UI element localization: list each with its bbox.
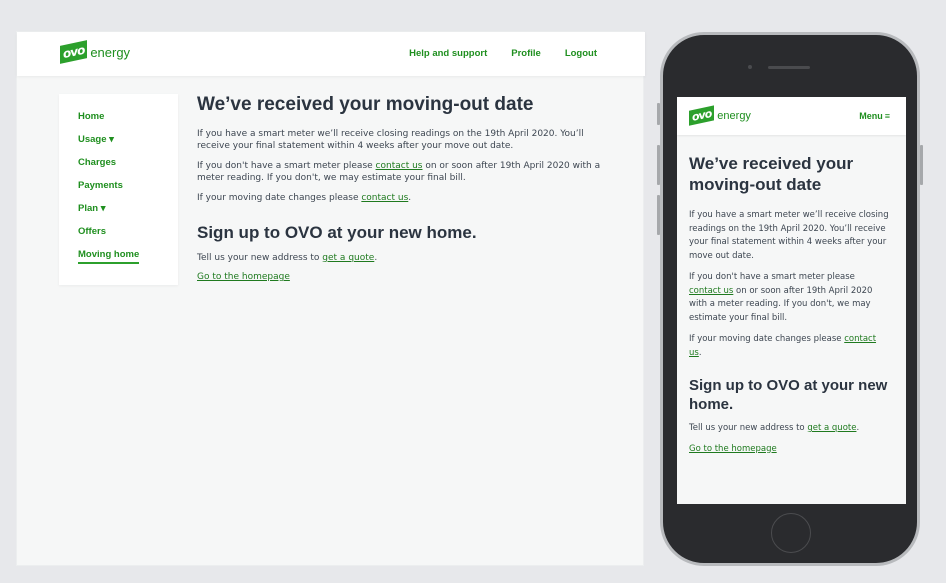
phone-power-button [920, 145, 923, 185]
sidebar: Home Usage ▾ Charges Payments Plan ▾ Off… [59, 94, 178, 285]
sidebar-item-usage[interactable]: Usage ▾ [78, 134, 178, 157]
mobile-no-smart-meter-paragraph: If you don't have a smart meter please c… [689, 272, 873, 323]
sidebar-item-payments[interactable]: Payments [78, 180, 178, 203]
ovo-logo[interactable]: ovo energy [60, 40, 131, 64]
menu-button[interactable]: Menu ≡ [859, 111, 890, 121]
phone-frame: ovo energy Menu ≡ We’ve received your mov… [657, 32, 923, 566]
camera-icon [748, 65, 752, 69]
logo-text: energy [90, 44, 131, 60]
mobile-homepage-link[interactable]: Go to the homepage [689, 444, 777, 454]
page-title: We’ve received your moving-out date [197, 94, 534, 115]
menu-label: Menu [859, 111, 883, 121]
phone-volume-up-button [657, 145, 660, 185]
mobile-header: ovo energy Menu ≡ [677, 97, 906, 135]
header: ovo energy Help and support Profile Logo… [17, 32, 645, 76]
get-a-quote-link[interactable]: get a quote [322, 253, 374, 263]
top-nav: Help and support Profile Logout [409, 48, 597, 59]
no-smart-meter-paragraph: If you don't have a smart meter please c… [197, 161, 601, 183]
mobile-contact-us-link[interactable]: contact us [689, 286, 733, 296]
sidebar-item-moving-home[interactable]: Moving home [78, 249, 178, 272]
mobile-main-content: We’ve received your moving-out date If y… [689, 153, 889, 455]
signup-heading: Sign up to OVO at your new home. [197, 223, 477, 242]
smart-meter-paragraph: If you have a smart meter we’ll receive … [197, 129, 584, 151]
sidebar-item-offers[interactable]: Offers [78, 226, 178, 249]
profile-link[interactable]: Profile [511, 48, 541, 59]
mobile-page-title: We’ve received your moving-out date [689, 154, 854, 194]
mobile-new-address-paragraph: Tell us your new address to get a quote. [689, 423, 860, 433]
phone-volume-down-button [657, 195, 660, 235]
mobile-signup-heading: Sign up to OVO at your new home. [689, 377, 888, 413]
desktop-view: ovo energy Help and support Profile Logo… [16, 31, 645, 566]
main-content: We’ve received your moving-out date If y… [197, 94, 617, 283]
phone-side-button [657, 103, 660, 125]
mobile-smart-meter-paragraph: If you have a smart meter we’ll receive … [689, 210, 889, 261]
help-and-support-link[interactable]: Help and support [409, 48, 487, 59]
sidebar-item-charges[interactable]: Charges [78, 157, 178, 180]
sidebar-item-home[interactable]: Home [78, 111, 178, 134]
logout-link[interactable]: Logout [565, 48, 597, 59]
mobile-screen: ovo energy Menu ≡ We’ve received your mov… [677, 97, 906, 504]
contact-us-link-2[interactable]: contact us [361, 193, 408, 203]
hamburger-icon: ≡ [884, 111, 890, 121]
home-button[interactable] [771, 513, 811, 553]
mobile-get-a-quote-link[interactable]: get a quote [807, 423, 856, 433]
homepage-link[interactable]: Go to the homepage [197, 272, 290, 282]
mobile-date-change-paragraph: If your moving date changes please conta… [689, 334, 877, 358]
date-change-paragraph: If your moving date changes please conta… [197, 193, 412, 203]
logo-mark: ovo [60, 40, 88, 64]
mobile-ovo-logo[interactable]: ovo energy [689, 105, 751, 126]
speaker-icon [768, 66, 810, 69]
sidebar-item-plan[interactable]: Plan ▾ [78, 203, 178, 226]
contact-us-link[interactable]: contact us [376, 161, 423, 171]
logo-mark: ovo [689, 105, 715, 126]
new-address-paragraph: Tell us your new address to get a quote. [197, 253, 378, 263]
logo-text: energy [717, 109, 751, 122]
